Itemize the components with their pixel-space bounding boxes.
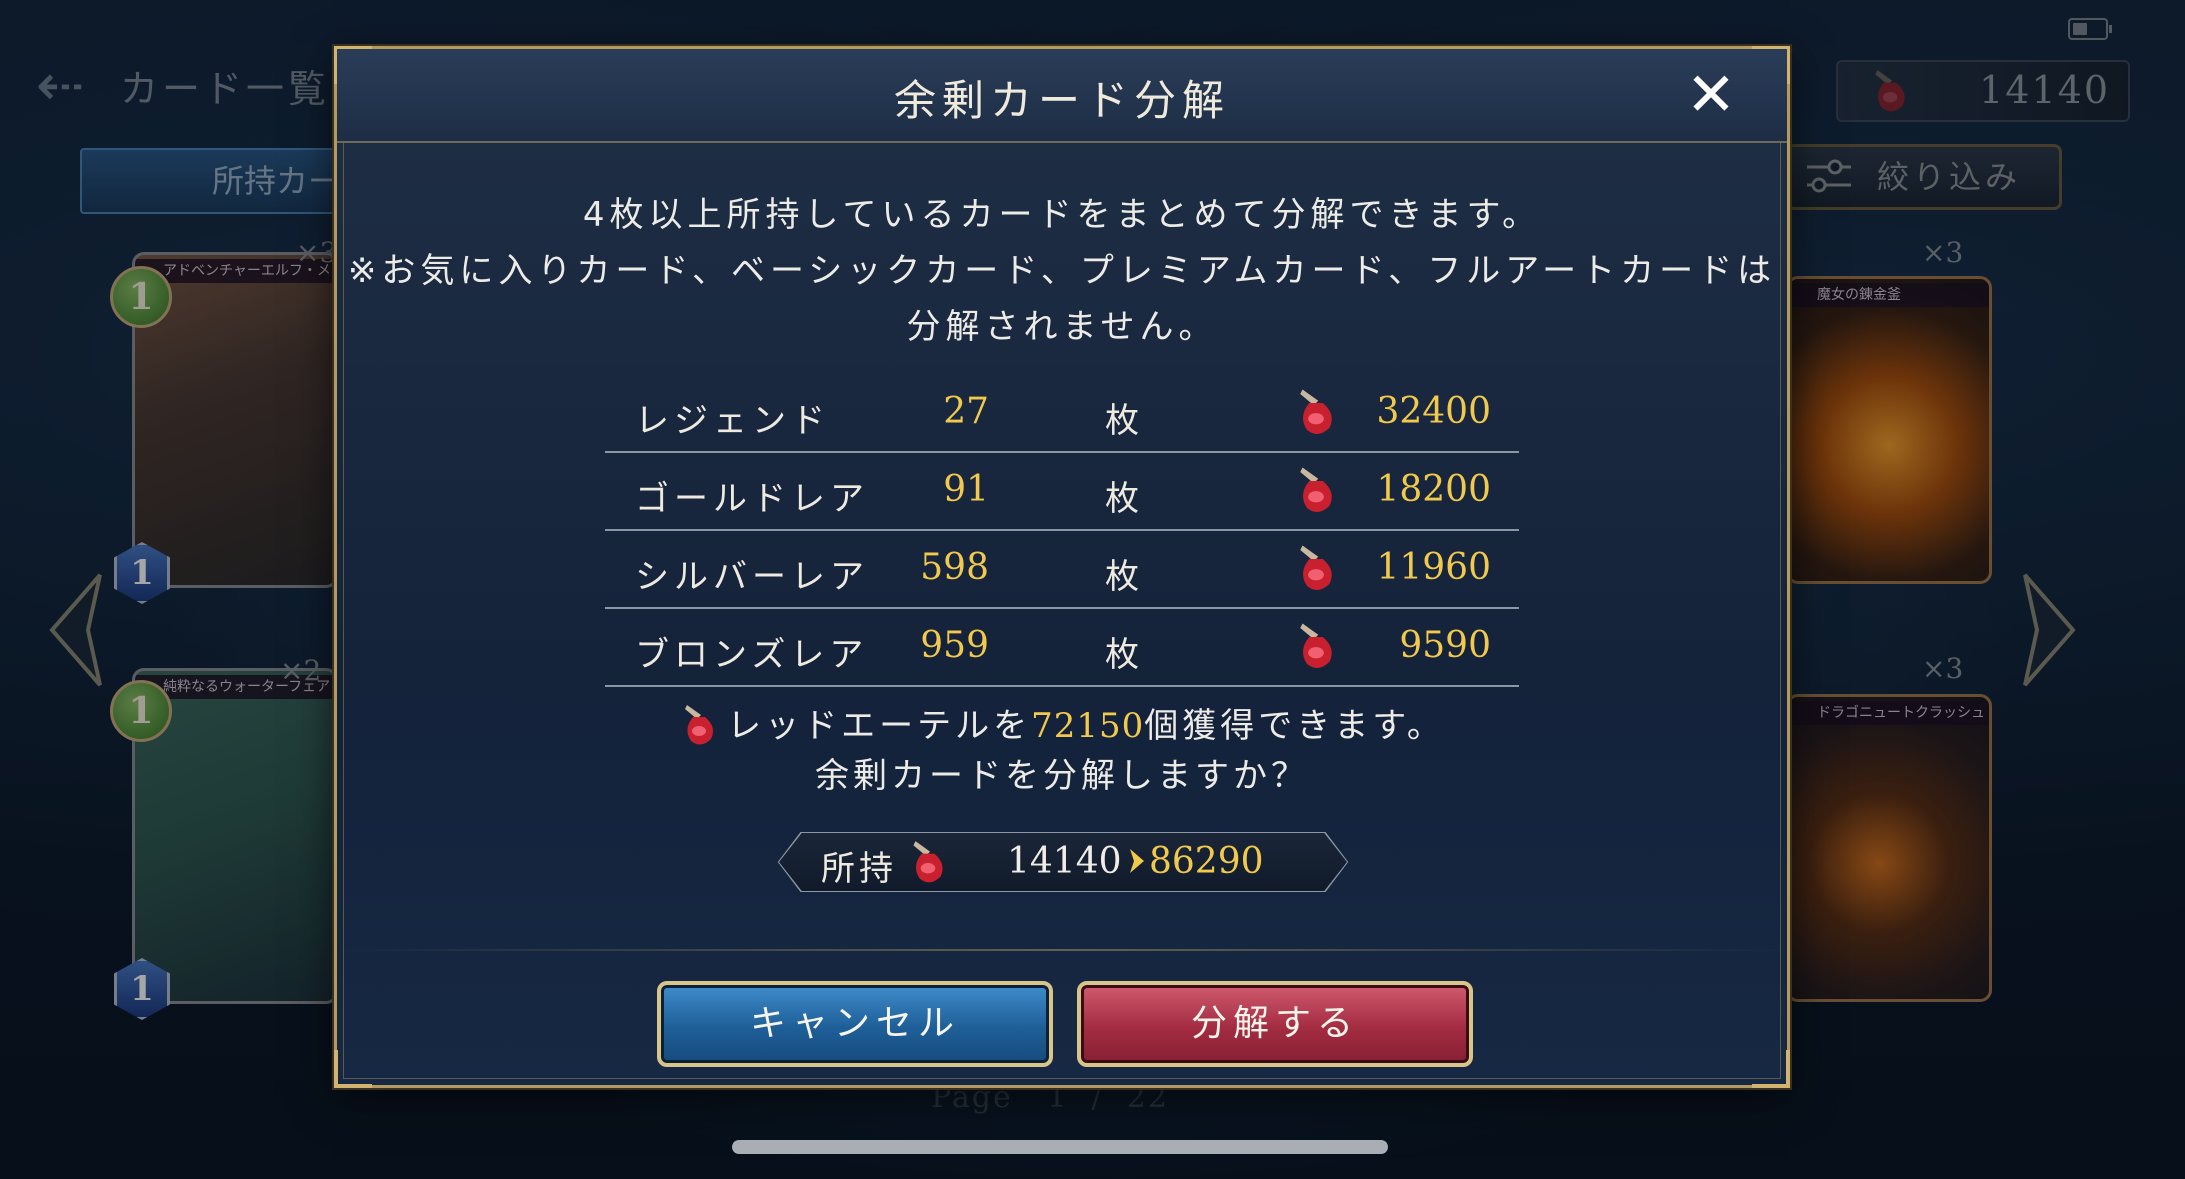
count-unit: 枚 <box>1105 401 1139 441</box>
close-icon[interactable]: ✕ <box>1679 63 1743 127</box>
count-unit: 枚 <box>1105 635 1139 675</box>
gain-line: レッドエーテルを72150個獲得できます。 <box>337 701 1787 751</box>
count-unit: 枚 <box>1105 557 1139 597</box>
red-ether-icon <box>913 841 943 883</box>
gain-suffix: 個獲得できます。 <box>1144 706 1445 746</box>
count-unit: 枚 <box>1105 479 1139 519</box>
red-ether-icon <box>1300 545 1332 590</box>
owned-after: 86290 <box>1149 841 1264 882</box>
description-line: 分解されません。 <box>906 307 1218 347</box>
gain-prefix: レッドエーテルを <box>727 706 1032 746</box>
rarity-row: シルバーレア 598 枚 11960 <box>605 531 1519 609</box>
rarity-count: 959 <box>920 625 989 666</box>
confirm-question: 余剰カードを分解しますか？ <box>815 756 1309 796</box>
rarity-count: 27 <box>943 391 989 432</box>
gain-summary: レッドエーテルを72150個獲得できます。 余剰カードを分解しますか？ <box>337 701 1787 801</box>
ether-value: 11960 <box>1376 547 1491 588</box>
frame-corner <box>334 1050 372 1088</box>
cancel-button[interactable]: キャンセル <box>657 981 1053 1067</box>
disenchant-dialog: 余剰カード分解 ✕ 4枚以上所持しているカードをまとめて分解できます。 ※お気に… <box>334 46 1790 1088</box>
gain-amount: 72150 <box>1031 706 1145 746</box>
red-ether-icon <box>1300 389 1332 434</box>
description-line: 4枚以上所持しているカードをまとめて分解できます。 <box>582 195 1542 235</box>
dialog-header: 余剰カード分解 ✕ <box>337 49 1787 143</box>
rarity-name: レジェンド <box>635 401 830 441</box>
ether-value: 18200 <box>1376 469 1491 510</box>
home-indicator[interactable] <box>732 1140 1388 1154</box>
red-ether-icon <box>1300 623 1332 668</box>
rarity-count: 91 <box>943 469 989 510</box>
owned-current: 14140 <box>1007 841 1122 882</box>
frame-corner <box>1752 1050 1790 1088</box>
rarity-name: シルバーレア <box>635 557 869 597</box>
rarity-count: 598 <box>920 547 989 588</box>
divider <box>337 949 1787 951</box>
disenchant-button[interactable]: 分解する <box>1077 981 1473 1067</box>
description-line: ※お気に入りカード、ベーシックカード、プレミアムカード、フルアートカードは <box>347 251 1777 291</box>
ether-value: 32400 <box>1376 391 1491 432</box>
rarity-row: ゴールドレア 91 枚 18200 <box>605 453 1519 531</box>
rarity-table: レジェンド 27 枚 32400 ゴールドレア 91 枚 18200 シルバーレ… <box>605 375 1519 687</box>
rarity-row: レジェンド 27 枚 32400 <box>605 375 1519 453</box>
rarity-row: ブロンズレア 959 枚 9590 <box>605 609 1519 687</box>
owned-ether-bar: 所持 14140 86290 <box>779 833 1347 891</box>
dialog-description: 4枚以上所持しているカードをまとめて分解できます。 ※お気に入りカード、ベーシッ… <box>337 187 1787 355</box>
arrow-right-icon <box>1130 849 1144 873</box>
owned-label: 所持 <box>821 849 897 889</box>
rarity-name: ブロンズレア <box>635 635 869 675</box>
red-ether-icon <box>685 705 714 745</box>
dialog-title: 余剰カード分解 <box>893 76 1230 125</box>
ether-value: 9590 <box>1399 625 1491 666</box>
red-ether-icon <box>1300 467 1332 512</box>
rarity-name: ゴールドレア <box>635 479 869 519</box>
